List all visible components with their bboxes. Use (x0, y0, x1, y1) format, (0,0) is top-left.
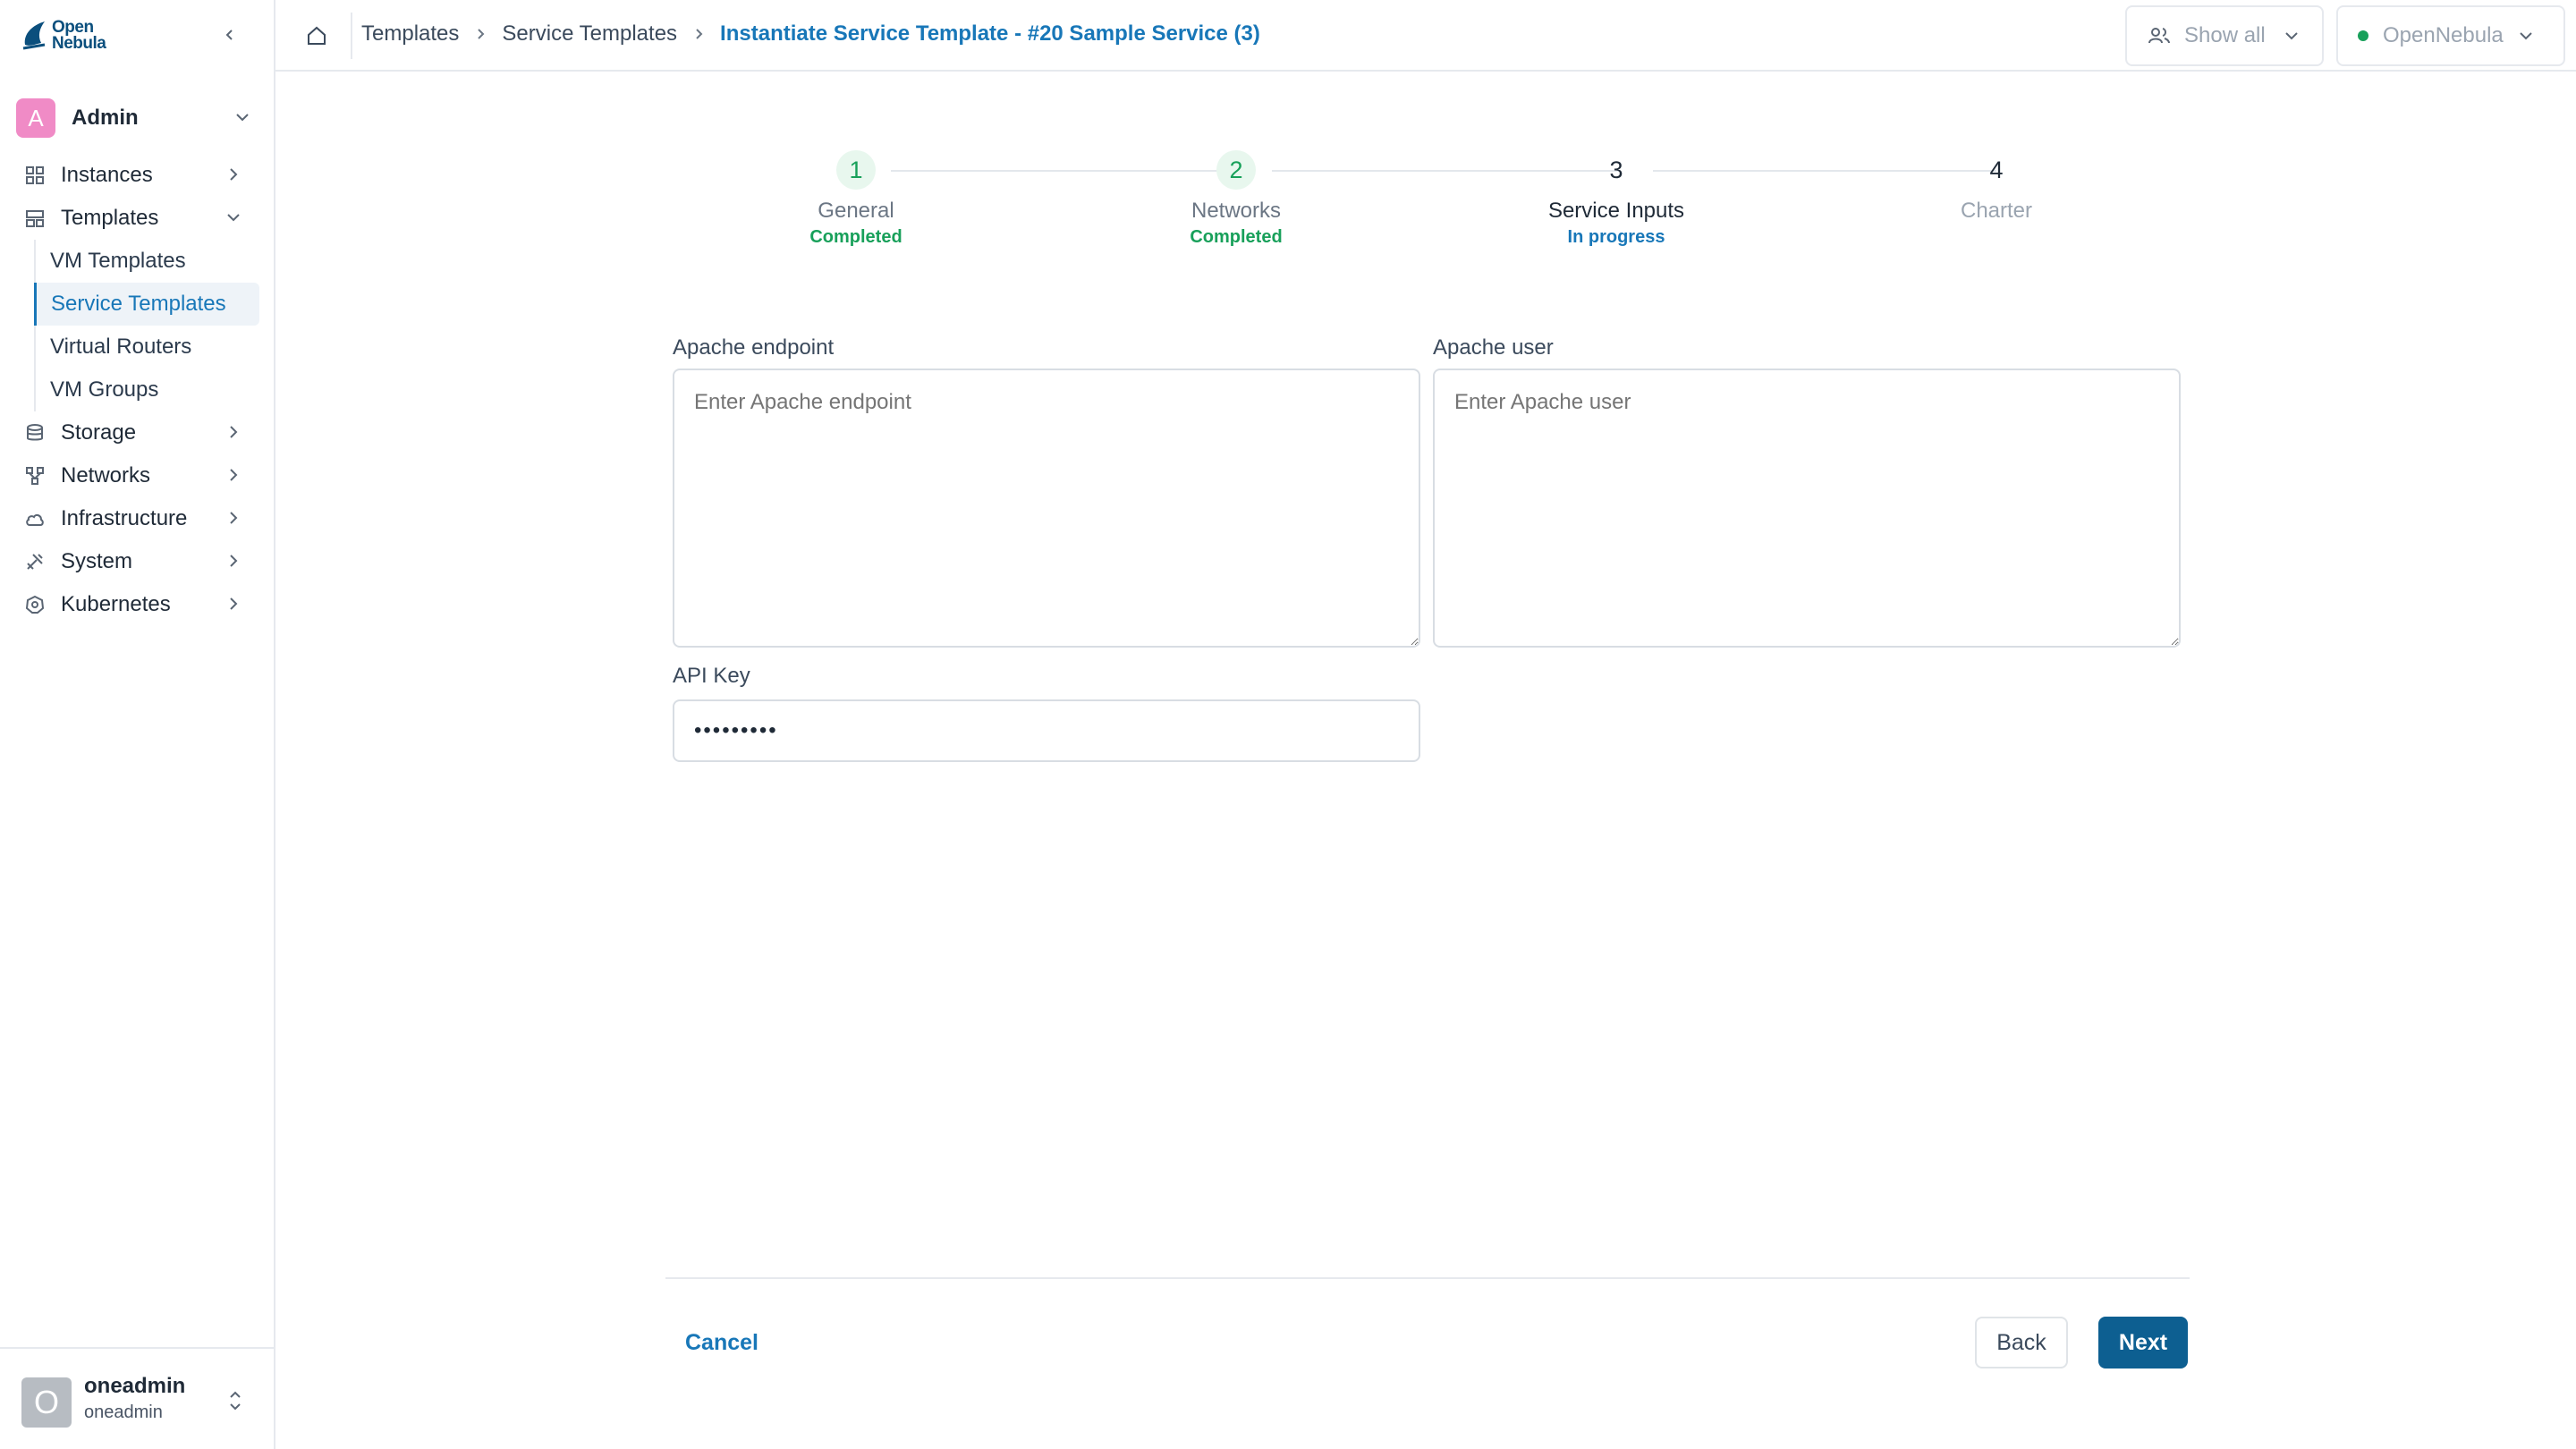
sidebar-item-label: Kubernetes (61, 592, 171, 616)
chevron-right-icon (473, 27, 487, 41)
user-name: oneadmin (84, 1374, 186, 1398)
sidebar-item-label: Networks (61, 463, 151, 487)
sidebar-item-kubernetes[interactable]: Kubernetes (13, 583, 263, 626)
group-avatar: A (16, 98, 55, 138)
next-button[interactable]: Next (2098, 1317, 2188, 1368)
chevron-right-icon (230, 555, 238, 567)
step-label: Charter (1960, 199, 2033, 223)
templates-subnav: VM Templates Service Templates Virtual R… (34, 240, 263, 411)
breadcrumb-service-templates[interactable]: Service Templates (502, 21, 677, 47)
logo-mark-icon (22, 21, 46, 50)
chevron-down-icon (236, 114, 249, 122)
sidebar-item-instances[interactable]: Instances (13, 154, 263, 197)
sidebar-item-label: Instances (61, 163, 153, 187)
sidebar-item-system[interactable]: System (13, 540, 263, 583)
step-number: 4 (1989, 156, 2004, 183)
wizard-stepper: 1 General Completed 2 Networks Completed… (275, 143, 2576, 259)
step-label: General (818, 199, 894, 223)
avatar: O (21, 1377, 72, 1428)
chevron-right-icon (230, 469, 238, 481)
chevron-down-icon (227, 214, 240, 222)
sidebar-item-networks[interactable]: Networks (13, 454, 263, 497)
step-status: Completed (809, 227, 902, 247)
apache-endpoint-field[interactable] (673, 369, 1420, 648)
step-charter[interactable]: 4 Charter (1880, 150, 2113, 224)
step-number: 2 (1216, 150, 1256, 190)
footer-divider (665, 1277, 2190, 1279)
sidebar-item-label: System (61, 549, 133, 573)
chevron-right-icon (230, 168, 238, 181)
sidebar-item-label: Storage (61, 420, 137, 445)
apache-user-field[interactable] (1433, 369, 2181, 648)
step-label: Networks (1191, 199, 1282, 223)
kubernetes-icon (23, 593, 47, 616)
group-name: Admin (72, 106, 139, 130)
main-nav: Instances Templates VM Templates Service… (13, 154, 263, 626)
step-label: Service Inputs (1547, 199, 1685, 223)
sidebar-item-virtual-routers[interactable]: Virtual Routers (36, 326, 263, 369)
sidebar-item-label: Templates (61, 206, 159, 230)
step-networks[interactable]: 2 Networks Completed (1120, 150, 1352, 248)
step-number: 3 (1609, 156, 1623, 183)
chevron-down-icon (2285, 32, 2298, 40)
show-all-filter-button[interactable]: Show all (2125, 5, 2324, 66)
templates-icon (23, 207, 47, 230)
zone-label: OpenNebula (2383, 23, 2504, 47)
step-status: In progress (1567, 227, 1665, 247)
sidebar-item-vm-templates[interactable]: VM Templates (36, 240, 263, 283)
logo-line-2: Nebula (52, 34, 106, 53)
chevron-right-icon (691, 27, 706, 41)
chevron-down-icon (2520, 32, 2532, 40)
breadcrumb-templates[interactable]: Templates (361, 21, 459, 47)
cancel-button[interactable]: Cancel (673, 1318, 771, 1367)
chevron-right-icon (230, 426, 238, 438)
tools-icon (23, 550, 47, 573)
api-key-label: API Key (673, 664, 750, 688)
step-number: 1 (836, 150, 876, 190)
zone-status-dot (2358, 30, 2368, 41)
step-status: Completed (1190, 227, 1283, 247)
home-icon (308, 26, 326, 45)
sidebar-item-templates[interactable]: Templates (13, 197, 263, 240)
apache-user-label: Apache user (1433, 335, 1554, 360)
grid-icon (23, 164, 47, 187)
logo-text: Open Nebula (52, 19, 106, 53)
sidebar: Open Nebula A Admin Instances Templates … (0, 0, 275, 1449)
network-icon (23, 464, 47, 487)
chevron-up-down-icon[interactable] (225, 1388, 245, 1413)
back-button[interactable]: Back (1975, 1317, 2068, 1368)
group-selector[interactable]: A Admin (13, 95, 263, 141)
step-service-inputs[interactable]: 3 Service Inputs In progress (1500, 150, 1733, 248)
sidebar-item-vm-groups[interactable]: VM Groups (36, 369, 263, 411)
show-all-label: Show all (2184, 23, 2266, 47)
cloud-icon (23, 507, 47, 530)
zone-selector-button[interactable]: OpenNebula (2336, 5, 2565, 66)
top-header: Templates Service Templates Instantiate … (275, 0, 2576, 72)
logo-row: Open Nebula (0, 0, 274, 72)
apache-endpoint-label: Apache endpoint (673, 335, 835, 360)
header-divider (351, 13, 352, 59)
sidebar-item-label: Infrastructure (61, 506, 188, 530)
step-general[interactable]: 1 General Completed (740, 150, 972, 248)
sidebar-item-infrastructure[interactable]: Infrastructure (13, 497, 263, 540)
breadcrumb: Templates Service Templates Instantiate … (361, 21, 1260, 47)
opennebula-logo[interactable]: Open Nebula (21, 18, 120, 54)
chevron-right-icon (230, 512, 238, 524)
chevron-left-icon (225, 30, 233, 40)
breadcrumb-current: Instantiate Service Template - #20 Sampl… (720, 21, 1260, 46)
storage-icon (23, 421, 47, 445)
users-icon (2148, 28, 2170, 44)
collapse-sidebar-button[interactable] (215, 20, 245, 50)
home-button[interactable] (299, 18, 335, 54)
sidebar-item-service-templates[interactable]: Service Templates (34, 283, 259, 326)
user-sub: oneadmin (84, 1402, 163, 1422)
user-box: O oneadmin oneadmin (0, 1347, 274, 1449)
api-key-masked-value: ••••••••• (694, 718, 778, 742)
sidebar-item-storage[interactable]: Storage (13, 411, 263, 454)
api-key-field[interactable]: ••••••••• (673, 699, 1420, 762)
chevron-right-icon (230, 597, 238, 610)
